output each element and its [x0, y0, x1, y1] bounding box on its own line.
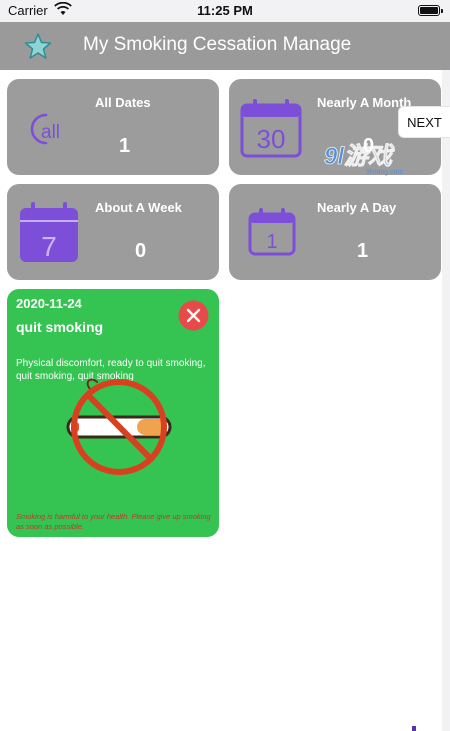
stat-count: 1 [357, 240, 369, 262]
svg-text:all: all [41, 122, 60, 143]
battery-icon [418, 5, 443, 16]
status-bar: Carrier 11:25 PM [0, 0, 450, 22]
close-icon[interactable] [178, 300, 209, 331]
stat-label: About A Week [95, 200, 182, 215]
watermark-logo: 9l游戏 9lxiang.com [324, 143, 404, 176]
stat-count: 1 [119, 135, 131, 157]
stat-card-about-a-week[interactable]: 7 About A Week 0 [7, 184, 219, 280]
svg-text:1: 1 [266, 231, 277, 253]
stat-card-nearly-a-day[interactable]: 1 Nearly A Day 1 [229, 184, 441, 280]
status-time: 11:25 PM [197, 3, 253, 18]
no-smoking-icon [66, 378, 172, 475]
record-card[interactable]: 2020-11-24 quit smoking Physical discomf… [7, 289, 219, 537]
stat-label: Nearly A Day [317, 200, 397, 215]
all-icon: all [30, 113, 60, 145]
calendar-1-icon: 1 [248, 208, 296, 256]
scroll-gutter [442, 70, 450, 731]
svg-text:30: 30 [257, 124, 286, 154]
svg-text:9lxiang.com: 9lxiang.com [366, 169, 404, 176]
calendar-7-icon: 7 [20, 202, 78, 262]
svg-text:7: 7 [41, 231, 57, 262]
record-date: 2020-11-24 [16, 296, 82, 311]
stat-card-all-dates[interactable]: all All Dates 1 [7, 79, 219, 175]
home-indicator-mark [412, 726, 416, 731]
svg-text:9l游戏: 9l游戏 [324, 143, 395, 170]
stat-count: 0 [135, 240, 147, 262]
record-warning: Smoking is harmful to your health. Pleas… [16, 512, 211, 531]
page-title: My Smoking Cessation Manage [83, 34, 352, 55]
stat-label: All Dates [95, 95, 151, 110]
record-title: quit smoking [16, 319, 104, 335]
next-button[interactable]: NEXT [398, 106, 450, 138]
stat-label: Nearly A Month [317, 95, 412, 110]
star-icon[interactable] [24, 32, 52, 60]
calendar-30-icon: 30 [240, 99, 302, 158]
navigation-bar: My Smoking Cessation Manage [0, 22, 450, 70]
